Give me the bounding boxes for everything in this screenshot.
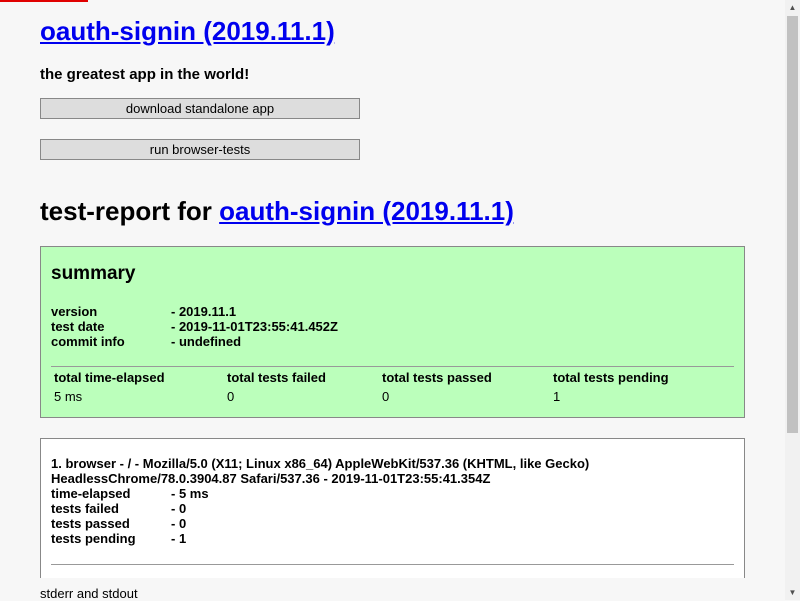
browser-tests-failed-label: tests failed bbox=[51, 501, 119, 516]
stat-header-tests-pending: total tests pending bbox=[553, 370, 669, 385]
app-tagline: the greatest app in the world! bbox=[40, 66, 250, 83]
loading-progress-bar bbox=[0, 0, 88, 2]
stat-header-time-elapsed: total time-elapsed bbox=[54, 370, 165, 385]
browser-tests-passed-row: tests passed - 0 bbox=[51, 516, 186, 531]
stderr-stdout-label: stderr and stdout bbox=[40, 586, 138, 601]
stat-value-tests-passed: 0 bbox=[382, 389, 390, 404]
summary-commit-row: commit info - undefined bbox=[51, 334, 241, 349]
summary-test-date-value: - 2019-11-01T23:55:41.452Z bbox=[171, 319, 338, 334]
browser-tests-pending-label: tests pending bbox=[51, 531, 136, 546]
summary-commit-value: - undefined bbox=[171, 334, 242, 349]
browser-tests-failed-row: tests failed - 0 bbox=[51, 501, 186, 516]
browser-tests-passed-value: - 0 bbox=[171, 516, 187, 531]
report-title-prefix: test-report for bbox=[40, 196, 220, 226]
report-title: test-report for oauth-signin (2019.11.1) bbox=[40, 196, 514, 227]
browser-time-elapsed-label: time-elapsed bbox=[51, 486, 131, 501]
browser-tests-failed-value: - 0 bbox=[171, 501, 187, 516]
summary-test-date-label: test date bbox=[51, 319, 105, 334]
browser-test-title: 1. browser - / - Mozilla/5.0 (X11; Linux… bbox=[51, 456, 590, 486]
summary-heading: summary bbox=[51, 263, 136, 284]
scroll-down-arrow-icon[interactable]: ▼ bbox=[785, 585, 800, 600]
browser-divider bbox=[51, 564, 734, 565]
browser-tests-passed-label: tests passed bbox=[51, 516, 130, 531]
summary-test-date-row: test date - 2019-11-01T23:55:41.452Z bbox=[51, 319, 338, 334]
stat-value-tests-pending: 1 bbox=[553, 389, 561, 404]
summary-commit-label: commit info bbox=[51, 334, 125, 349]
browser-test-panel: 1. browser - / - Mozilla/5.0 (X11; Linux… bbox=[40, 438, 745, 578]
app-title-link[interactable]: oauth-signin (2019.11.1) bbox=[40, 16, 335, 46]
stat-header-tests-failed: total tests failed bbox=[227, 370, 326, 385]
summary-divider bbox=[51, 366, 734, 367]
summary-version-value: - 2019.11.1 bbox=[171, 304, 237, 319]
app-title: oauth-signin (2019.11.1) bbox=[40, 16, 335, 47]
download-standalone-app-button[interactable]: download standalone app bbox=[40, 98, 360, 119]
summary-version-label: version bbox=[51, 304, 98, 319]
summary-version-row: version - 2019.11.1 bbox=[51, 304, 236, 319]
scroll-up-arrow-icon[interactable]: ▲ bbox=[785, 0, 800, 15]
browser-tests-pending-value: - 1 bbox=[171, 531, 187, 546]
browser-time-elapsed-row: time-elapsed - 5 ms bbox=[51, 486, 209, 501]
scrollbar-thumb[interactable] bbox=[787, 16, 798, 433]
stat-value-time-elapsed: 5 ms bbox=[54, 389, 83, 404]
summary-panel: summary version - 2019.11.1 test date - 20… bbox=[40, 246, 745, 418]
browser-tests-pending-row: tests pending - 1 bbox=[51, 531, 186, 546]
stat-header-tests-passed: total tests passed bbox=[382, 370, 492, 385]
report-title-link[interactable]: oauth-signin (2019.11.1) bbox=[219, 196, 514, 226]
stat-value-tests-failed: 0 bbox=[227, 389, 235, 404]
run-browser-tests-button[interactable]: run browser-tests bbox=[40, 139, 360, 160]
vertical-scrollbar[interactable]: ▲ ▼ bbox=[785, 0, 800, 600]
browser-time-elapsed-value: - 5 ms bbox=[171, 486, 209, 501]
